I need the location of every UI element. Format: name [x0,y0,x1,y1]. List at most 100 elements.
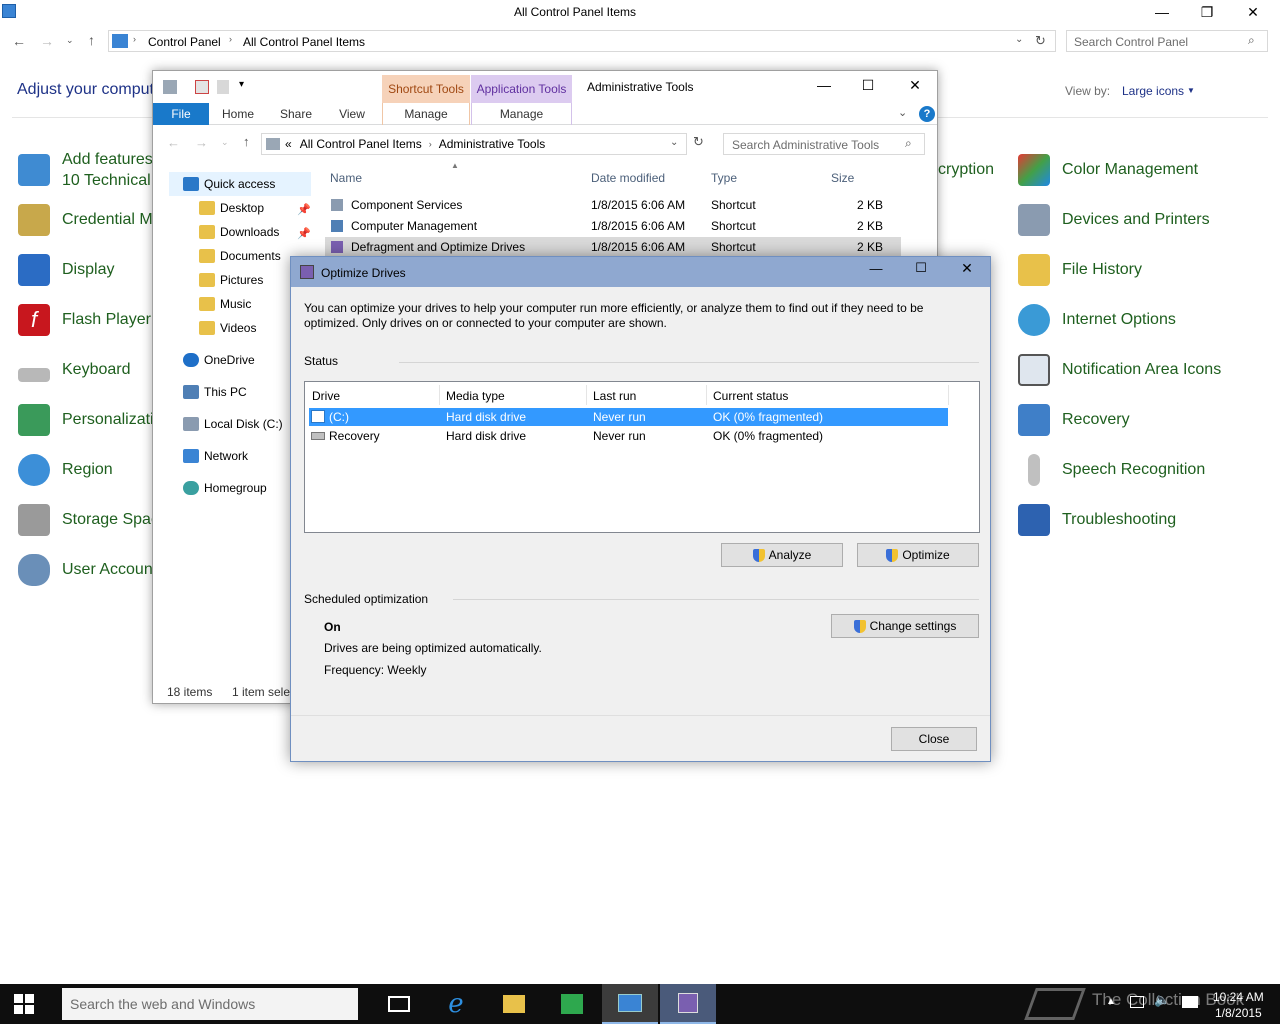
column-drive[interactable]: Drive [312,389,340,403]
back-icon[interactable]: ← [167,135,180,150]
cp-item-flash-player[interactable]: f Flash Player [18,300,151,340]
maximize-button[interactable]: ☐ [845,73,891,97]
recent-locations-icon[interactable]: ⌄ [66,35,74,46]
drive-row-selected[interactable]: (C:) Hard disk drive Never run OK (0% fr… [309,408,948,426]
breadcrumb-all-items[interactable]: All Control Panel Items [300,137,422,151]
nav-desktop[interactable]: Desktop [199,201,264,215]
view-by-dropdown[interactable]: Large icons [1122,84,1184,98]
nav-videos[interactable]: Videos [199,321,256,335]
cp-item-notification-area[interactable]: Notification Area Icons [1018,350,1221,390]
taskbar-control-panel[interactable] [602,984,658,1024]
cp-item-color-management[interactable]: Color Management [1018,150,1198,190]
cp-item-user-accounts[interactable]: User Account [18,550,157,590]
expand-ribbon-icon[interactable]: ⌄ [898,106,907,119]
clock-time[interactable]: 10:24 AM [1213,990,1264,1004]
drive-row[interactable]: Recovery Hard disk drive Never run OK (0… [309,427,948,445]
volume-icon[interactable]: 🔈 [1154,992,1170,1008]
recent-locations-icon[interactable]: ⌄ [221,137,229,148]
minimize-button[interactable]: — [853,257,899,279]
column-size[interactable]: Size [831,171,854,185]
change-settings-button[interactable]: Change settings [831,614,979,638]
search-input[interactable]: Search Administrative Tools [723,133,925,155]
cp-item-add-features[interactable]: Add features 10 Technical [18,150,153,190]
refresh-icon[interactable]: ↻ [693,134,704,150]
customize-qat-icon[interactable]: ▾ [239,79,244,90]
tab-home[interactable]: Home [213,103,263,125]
cp-item-display[interactable]: Display [18,250,114,290]
tab-file[interactable]: File [153,103,209,125]
up-icon[interactable]: ↑ [88,32,95,48]
chevron-down-icon[interactable]: ⌄ [670,137,678,148]
search-input[interactable]: Search Control Panel [1066,30,1268,52]
help-icon[interactable]: ? [919,106,935,122]
refresh-icon[interactable]: ↻ [1035,33,1046,49]
tab-view[interactable]: View [327,103,377,125]
cp-item-recovery[interactable]: Recovery [1018,400,1130,440]
breadcrumb-admin-tools[interactable]: Administrative Tools [439,137,546,151]
restore-button[interactable]: ❐ [1184,0,1230,24]
clock-date[interactable]: 1/8/2015 [1215,1006,1262,1020]
taskbar-store[interactable] [544,984,600,1024]
column-media-type[interactable]: Media type [446,389,505,403]
cp-item-personalization[interactable]: Personalizati [18,400,154,440]
search-icon[interactable]: ⌕ [905,136,912,151]
show-hidden-icons[interactable]: ▲ [1106,996,1116,1007]
forward-icon[interactable]: → [40,33,54,49]
cp-item-file-history[interactable]: File History [1018,250,1142,290]
file-row[interactable]: Computer Management 1/8/2015 6:06 AM Sho… [325,216,901,236]
minimize-button[interactable]: — [801,73,847,97]
nav-homegroup[interactable]: Homegroup [183,481,267,495]
search-icon[interactable]: ⌕ [1248,33,1255,48]
nav-quick-access[interactable]: Quick access [183,177,275,191]
tab-share[interactable]: Share [271,103,321,125]
maximize-button[interactable]: ☐ [898,257,944,279]
tab-shortcut-tools[interactable]: Shortcut Tools [382,75,470,103]
breadcrumb-all-items[interactable]: All Control Panel Items [243,35,365,49]
close-button[interactable]: ✕ [892,73,937,97]
start-button[interactable] [0,984,48,1024]
nav-pictures[interactable]: Pictures [199,273,263,287]
new-folder-icon[interactable] [217,80,229,94]
close-dialog-button[interactable]: Close [891,727,977,751]
taskbar-file-explorer[interactable] [486,984,542,1024]
nav-local-disk[interactable]: Local Disk (C:) [183,417,283,431]
cp-item-bitlocker-partial[interactable]: cryption [938,161,994,179]
optimize-button[interactable]: Optimize [857,543,979,567]
cp-item-troubleshooting[interactable]: Troubleshooting [1018,500,1176,540]
taskbar-internet-explorer[interactable]: e [428,984,484,1024]
column-type[interactable]: Type [711,171,737,185]
cp-item-region[interactable]: Region [18,450,113,490]
action-center-icon[interactable] [1182,996,1198,1008]
chevron-down-icon[interactable]: ⌄ [1015,34,1023,45]
network-icon[interactable] [1130,996,1144,1008]
tab-application-tools[interactable]: Application Tools [471,75,572,103]
column-date-modified[interactable]: Date modified [591,171,665,185]
breadcrumb-control-panel[interactable]: Control Panel [148,35,221,49]
cp-item-keyboard[interactable]: Keyboard [18,350,131,390]
column-current-status[interactable]: Current status [713,389,788,403]
properties-icon[interactable] [195,80,209,94]
address-bar[interactable]: › Control Panel › All Control Panel Item… [108,30,1056,52]
up-icon[interactable]: ↑ [243,134,250,149]
tab-manage-shortcut[interactable]: Manage [382,103,470,125]
cp-item-speech-recognition[interactable]: Speech Recognition [1018,450,1205,490]
pin-icon[interactable]: 📌 [297,203,311,216]
nav-music[interactable]: Music [199,297,251,311]
file-row-selected[interactable]: Defragment and Optimize Drives 1/8/2015 … [325,237,901,257]
back-icon[interactable]: ← [12,33,26,49]
cp-item-internet-options[interactable]: Internet Options [1018,300,1176,340]
minimize-button[interactable]: — [1139,0,1185,24]
taskbar-optimize-drives[interactable] [660,984,716,1024]
file-row[interactable]: Component Services 1/8/2015 6:06 AM Shor… [325,195,901,215]
close-button[interactable]: ✕ [1230,0,1276,24]
nav-downloads[interactable]: Downloads [199,225,279,239]
address-bar[interactable]: « All Control Panel Items › Administrati… [261,133,687,155]
column-name[interactable]: Name [330,171,362,185]
cp-item-devices-printers[interactable]: Devices and Printers [1018,200,1210,240]
task-view-button[interactable] [371,984,427,1024]
nav-network[interactable]: Network [183,449,248,463]
cp-item-storage-spaces[interactable]: Storage Spac [18,500,159,540]
nav-documents[interactable]: Documents [199,249,281,263]
nav-onedrive[interactable]: OneDrive [183,353,255,367]
column-last-run[interactable]: Last run [593,389,636,403]
